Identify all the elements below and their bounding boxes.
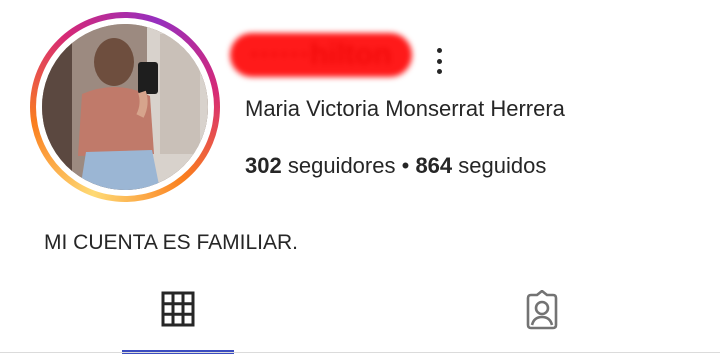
following-link[interactable]: 864 seguidos — [415, 153, 546, 178]
followers-link[interactable]: 302 seguidores — [245, 153, 395, 178]
stats-separator: • — [401, 153, 410, 178]
avatar[interactable] — [42, 24, 208, 190]
following-label: seguidos — [458, 153, 547, 178]
tagged-person-icon — [526, 290, 558, 330]
more-dot — [436, 58, 442, 64]
grid-icon — [161, 291, 195, 327]
followers-label: seguidores — [287, 153, 396, 178]
tab-tagged[interactable] — [486, 290, 598, 354]
avatar-photo — [42, 24, 208, 190]
full-name: Maria Victoria Monserrat Herrera — [245, 96, 565, 121]
avatar-story-ring[interactable] — [30, 12, 220, 202]
following-count: 864 — [415, 153, 453, 178]
more-dot — [436, 48, 442, 53]
username: ······hilton — [230, 33, 412, 77]
more-dot — [436, 69, 442, 74]
profile-stats: 302 seguidores • 864 seguidos — [245, 153, 546, 179]
profile-bio: MI CUENTA ES FAMILIAR. — [44, 231, 298, 254]
more-vertical-icon[interactable] — [432, 48, 446, 74]
tab-posts-grid[interactable] — [122, 290, 234, 354]
tab-divider — [0, 352, 720, 353]
followers-count: 302 — [245, 153, 282, 178]
username-redacted: ······hilton — [230, 30, 412, 80]
